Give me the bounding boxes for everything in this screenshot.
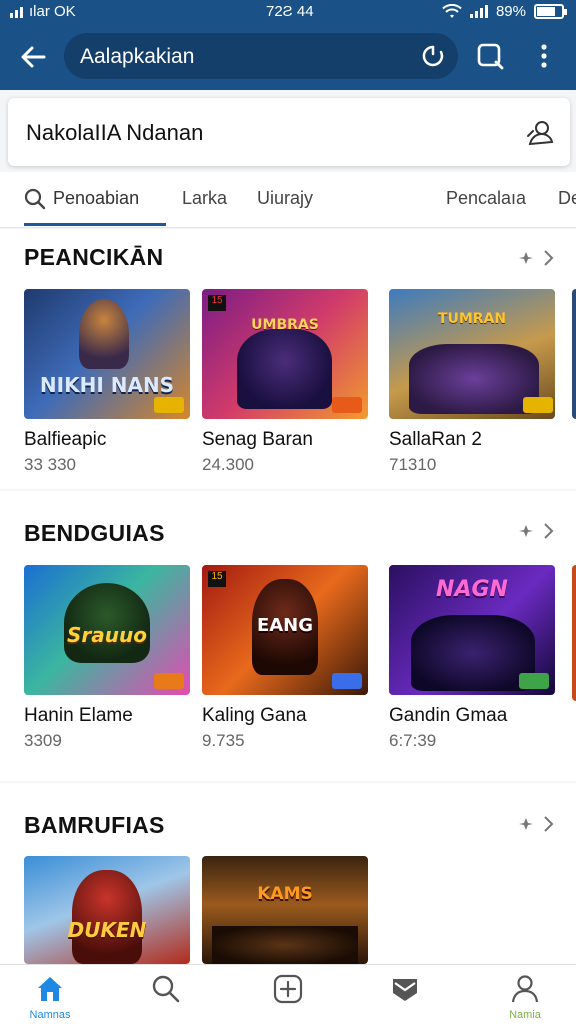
rating-badge (519, 673, 549, 689)
game-count: 6:7:39 (389, 731, 437, 750)
header-search-bar[interactable]: Aalapkakian (64, 33, 458, 79)
inbox-icon (393, 979, 417, 1001)
rating-badge (523, 397, 553, 413)
see-more-icon[interactable] (518, 245, 558, 271)
game-thumbnail: DUKEN (24, 856, 190, 964)
more-options-icon[interactable] (528, 40, 560, 72)
section-bamrufias: BAMRUFIAS DUKEN KAMS (0, 783, 576, 964)
game-title: Senag Baran (202, 429, 313, 450)
bottom-navigation: Namnas Namia (0, 964, 576, 1024)
add-icon (273, 974, 303, 1004)
section-peancikan: PEANCIKĀN NIKHI NANS Balfieapic 33 330 U… (0, 229, 576, 489)
battery-percent: 89% (495, 3, 526, 20)
tab-pencalaia[interactable]: Pencalaıa (446, 188, 526, 209)
carrier-label: ılar OK (29, 3, 76, 20)
nav-inbox[interactable] (365, 973, 445, 1023)
game-title: Gandin Gmaa (389, 705, 508, 726)
game-count: 3309 (24, 731, 62, 750)
rating-badge (332, 397, 362, 413)
wifi-icon (442, 3, 462, 18)
search-query: NakolaIIA Ndanan (26, 120, 204, 145)
section-bendguias: BENDGUIAS Srauuo Hanin Elame 3309 EANG 1… (0, 491, 576, 781)
game-thumbnail: Srauuo (24, 565, 190, 695)
game-thumbnail: EANG 15 (202, 565, 368, 695)
game-count: 24.300 (202, 455, 254, 474)
status-bar: ılar OK 72Ƨ 44 89% (0, 0, 576, 26)
search-icon (152, 975, 180, 1003)
search-field[interactable]: NakolaIIA Ndanan (8, 98, 570, 166)
battery-icon (534, 4, 567, 19)
cell-signal-icon (469, 5, 488, 18)
game-title: Balfieapic (24, 429, 107, 450)
rating-badge (154, 397, 184, 413)
tab-penoabian[interactable]: Penoabian (53, 188, 139, 209)
game-thumbnail: TUMRAN (389, 289, 555, 419)
see-more-icon[interactable] (518, 811, 558, 837)
active-tab-indicator (24, 223, 166, 226)
home-icon (38, 977, 62, 1001)
search-icon (24, 188, 46, 210)
nav-home-label: Namnas (29, 1009, 71, 1021)
section-title: BAMRUFIAS (24, 812, 165, 838)
search-square-icon[interactable] (474, 40, 506, 72)
profile-icon (511, 975, 539, 1003)
header-search-text: Aalapkakian (80, 45, 195, 68)
game-title: SallaRan 2 (389, 429, 482, 450)
section-title: PEANCIKĀN (24, 244, 164, 270)
category-tabs: Penoabian Larka Uiurajy Pencalaıa De (0, 172, 576, 228)
game-thumbnail: NAGN (389, 565, 555, 695)
tab-de[interactable]: De (558, 188, 576, 209)
game-title: Kaling Gana (202, 705, 307, 726)
signal-icon (10, 5, 23, 18)
game-thumbnail: NIKHI NANS (24, 289, 190, 419)
clock: 72Ƨ 44 (266, 3, 314, 20)
game-card-peek (572, 565, 576, 701)
rating-badge (154, 673, 184, 689)
tab-uiurajy[interactable]: Uiurajy (257, 188, 313, 209)
game-count: 33 330 (24, 455, 76, 474)
nav-profile-label: Namia (509, 1009, 541, 1021)
game-count: 9.735 (202, 731, 245, 750)
game-title: Hanin Elame (24, 705, 133, 726)
rating-badge (332, 673, 362, 689)
app-header: ılar OK 72Ƨ 44 89% Aalapkakian (0, 0, 576, 90)
tab-larka[interactable]: Larka (182, 188, 227, 209)
refresh-icon[interactable] (420, 43, 446, 69)
game-thumbnail: UMBRAS 15 (202, 289, 368, 419)
section-title: BENDGUIAS (24, 520, 165, 546)
nav-home[interactable]: Namnas (10, 973, 90, 1023)
game-count: 71310 (389, 455, 437, 474)
game-card-peek (572, 289, 576, 419)
nav-search[interactable] (126, 973, 206, 1023)
game-thumbnail: KAMS (202, 856, 368, 964)
nav-profile[interactable]: Namia (485, 973, 565, 1023)
see-more-icon[interactable] (518, 518, 558, 544)
search-user-icon[interactable] (524, 116, 556, 148)
nav-add[interactable] (248, 973, 328, 1023)
back-arrow-icon[interactable] (16, 40, 50, 74)
